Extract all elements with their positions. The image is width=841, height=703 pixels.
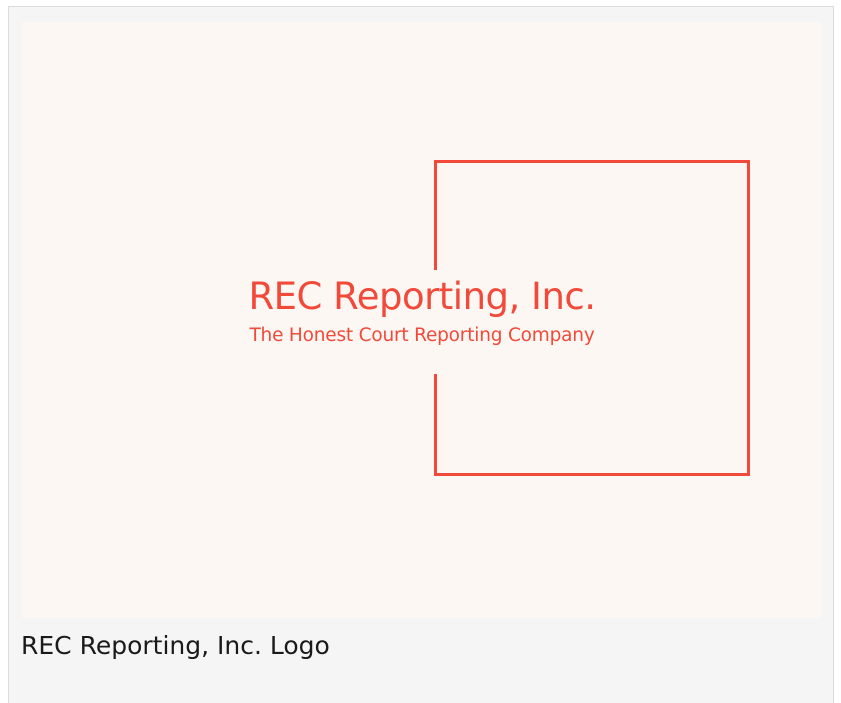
image-caption: REC Reporting, Inc. Logo <box>21 631 330 660</box>
logo-wordmark: REC Reporting, Inc. The Honest Court Rep… <box>192 273 652 373</box>
logo-tagline: The Honest Court Reporting Company <box>249 325 595 346</box>
image-card: REC Reporting, Inc. The Honest Court Rep… <box>8 6 834 703</box>
logo-image: REC Reporting, Inc. The Honest Court Rep… <box>22 22 822 618</box>
logo-title: REC Reporting, Inc. <box>248 275 596 318</box>
